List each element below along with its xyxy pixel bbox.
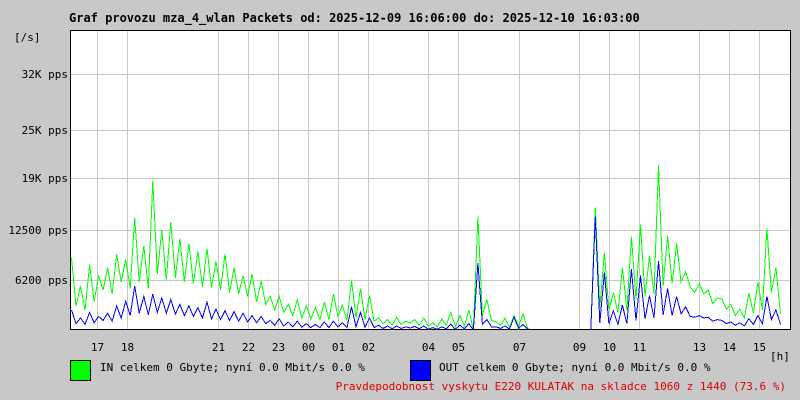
series-out <box>71 216 781 330</box>
x-tick-label: 22 <box>241 341 256 354</box>
x-tick-label: 02 <box>361 341 376 354</box>
y-axis-unit: [/s] <box>14 31 41 44</box>
x-tick-label: 14 <box>722 341 737 354</box>
series-line-out <box>71 216 781 330</box>
x-tick-label: 15 <box>752 341 767 354</box>
y-tick-label: 32K pps <box>21 67 68 81</box>
x-tick-label: 07 <box>512 341 527 354</box>
y-tick-label: 25K pps <box>21 123 68 137</box>
x-tick-label: 13 <box>692 341 707 354</box>
x-tick-label: 10 <box>602 341 617 354</box>
x-tick-label: 09 <box>572 341 587 354</box>
x-tick-label: 23 <box>271 341 286 354</box>
footer-probability: Pravdepodobnost vyskytu E220 KULATAK na … <box>335 380 786 393</box>
x-tick-label: 11 <box>632 341 647 354</box>
chart-title: Graf provozu mza_4_wlan Packets od: 2025… <box>69 11 640 25</box>
x-tick-label: 17 <box>90 341 105 354</box>
x-tick-label: 18 <box>120 341 135 354</box>
y-tick-label: 19K pps <box>21 171 68 185</box>
legend-in-text: IN celkem 0 Gbyte; nyní 0.0 Mbit/s 0.0 % <box>100 361 365 374</box>
x-axis-unit: [h] <box>770 350 790 363</box>
x-tick-label: 00 <box>301 341 316 354</box>
y-tick-label: 6200 pps <box>15 273 68 287</box>
legend-in-swatch <box>70 360 91 381</box>
legend-out-swatch <box>410 360 431 381</box>
x-tick-label: 01 <box>331 341 346 354</box>
x-tick-label: 04 <box>421 341 436 354</box>
legend-out-text: OUT celkem 0 Gbyte; nyní 0.0 Mbit/s 0.0 … <box>439 361 711 374</box>
x-tick-label: 21 <box>211 341 226 354</box>
plot-area <box>70 30 791 330</box>
x-tick-label: 05 <box>451 341 466 354</box>
plot-border <box>70 30 791 330</box>
traffic-chart <box>70 30 791 330</box>
y-tick-label: 12500 pps <box>8 223 68 237</box>
